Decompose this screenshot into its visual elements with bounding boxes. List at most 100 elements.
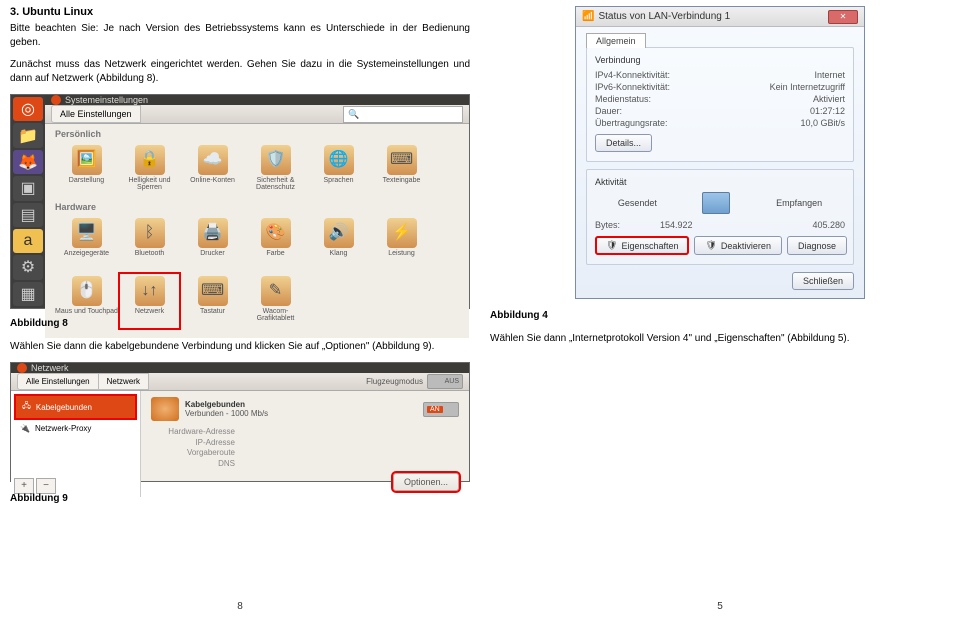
settings-icon: ⚡ [387,218,417,248]
close-button[interactable]: ✕ [828,10,858,24]
diagnose-button[interactable]: Diagnose [787,236,847,255]
launcher-firefox-icon[interactable]: 🦊 [13,150,43,174]
settings-icon: ⌨ [198,276,228,306]
settings-item-label: Drucker [200,250,225,257]
schliessen-button[interactable]: Schließen [792,272,854,290]
page-number-left: 8 [237,601,243,612]
search-input[interactable]: 🔍 [343,106,463,123]
breadcrumb-network[interactable]: Netzwerk [98,373,149,390]
details-button[interactable]: Details... [595,134,652,152]
settings-item-online-konten[interactable]: ☁️Online-Konten [181,141,244,199]
settings-icon: 🖥️ [72,218,102,248]
settings-item-label: Wacom-Grafiktablett [244,308,307,323]
heading-ubuntu-linux: 3. Ubuntu Linux [10,6,470,18]
airplane-mode-toggle[interactable]: Flugzeugmodus AUS [366,374,463,389]
status-key: Medienstatus: [595,94,651,104]
settings-item-tastatur[interactable]: ⌨Tastatur [181,272,244,330]
launcher-dash-icon[interactable]: ◎ [13,97,43,121]
launcher-settings-icon[interactable]: ⚙ [13,255,43,279]
settings-item-helligkeit-und-sperren[interactable]: 🔒Helligkeit und Sperren [118,141,181,199]
launcher-app-icon[interactable]: ▦ [13,282,43,306]
network-icon: 📶 [582,11,594,22]
network-window-titlebar: Netzwerk [11,363,469,373]
tab-allgemein[interactable]: Allgemein [586,33,646,48]
status-row: Übertragungsrate:10,0 GBit/s [595,118,845,128]
value-bytes-sent: 154.922 [660,220,693,230]
dialog-titlebar: 📶 Status von LAN-Verbindung 1 ✕ [576,7,864,27]
activity-icon [702,192,730,214]
launcher-files-icon[interactable]: 📁 [13,123,43,147]
connection-icon: 🖧 [22,400,31,414]
sidebar-item-label: Netzwerk-Proxy [35,424,91,433]
deaktivieren-button[interactable]: 🛡 Deaktivieren [694,236,781,255]
settings-item-farbe[interactable]: 🎨Farbe [244,214,307,272]
section-personal-title: Persönlich [55,129,459,139]
window-titlebar: Systemeinstellungen [45,95,469,105]
breadcrumb-bar: Alle Einstellungen 🔍 [45,105,469,124]
page-right: 📶 Status von LAN-Verbindung 1 ✕ Allgemei… [480,0,960,618]
group-verbindung: Verbindung IPv4-Konnektivität:Internet IP… [586,47,854,162]
eigenschaften-button[interactable]: 🛡 Eigenschaften [595,236,689,255]
connection-switch-on[interactable]: AN [423,402,459,417]
close-icon[interactable] [51,95,61,105]
settings-icon: ᛒ [135,218,165,248]
settings-content: Persönlich 🖼️Darstellung🔒Helligkeit und … [45,124,469,338]
screenshot-ubuntu-settings: ◎ 📁 🦊 ▣ ▤ a ⚙ ▦ Systemeinstellungen Alle… [10,94,470,309]
settings-item-sicherheit-datenschutz[interactable]: 🛡️Sicherheit & Datenschutz [244,141,307,199]
settings-icon: 🔒 [135,145,165,175]
settings-item-label: Leistung [388,250,414,257]
settings-icon: 🌐 [324,145,354,175]
settings-item-texteingabe[interactable]: ⌨Texteingabe [370,141,433,199]
window-title: Netzwerk [31,363,69,373]
detail-row: Hardware-Adresse [151,427,459,436]
settings-item-drucker[interactable]: 🖨️Drucker [181,214,244,272]
settings-item-sprachen[interactable]: 🌐 Sprachen [307,141,370,199]
sidebar-item-kabelgebunden[interactable]: 🖧 Kabelgebunden [14,394,137,420]
detail-key: Hardware-Adresse [151,427,241,436]
sidebar-item-label: Kabelgebunden [36,403,92,412]
status-key: Dauer: [595,106,622,116]
status-row: IPv4-Konnektivität:Internet [595,70,845,80]
detail-key: Vorgaberoute [151,448,241,457]
launcher-app-icon[interactable]: ▤ [13,203,43,227]
settings-icon: ✎ [261,276,291,306]
launcher-app-icon[interactable]: ▣ [13,176,43,200]
settings-item-wacom-grafiktablett[interactable]: ✎ Wacom-Grafiktablett [244,272,307,330]
settings-item-label: Sprachen [324,177,354,184]
breadcrumb-all-settings[interactable]: Alle Einstellungen [17,373,98,390]
page-number-right: 5 [717,601,723,612]
wired-icon [151,397,179,421]
settings-icon: 🖼️ [72,145,102,175]
settings-item-leistung[interactable]: ⚡ Leistung [370,214,433,272]
paragraph-ipv4: Wählen Sie dann „Internetprotokoll Versi… [490,332,950,346]
settings-item-bluetooth[interactable]: ᛒ Bluetooth [118,214,181,272]
connection-name: Kabelgebunden [185,400,268,409]
settings-item-darstellung[interactable]: 🖼️Darstellung [55,141,118,199]
status-value: 10,0 GBit/s [800,118,845,128]
breadcrumb-all-settings[interactable]: Alle Einstellungen [51,105,141,123]
group-aktivitaet: Aktivität Gesendet Empfangen Bytes: 154.… [586,169,854,265]
section-hardware-title: Hardware [55,202,459,212]
settings-item-label: Texteingabe [383,177,421,184]
sidebar-item-netzwerk-proxy[interactable]: 🔌 Netzwerk-Proxy [14,420,137,437]
settings-item-label: Bluetooth [135,250,165,257]
settings-item-netzwerk[interactable]: ↓↑Netzwerk [118,272,181,330]
network-breadcrumb-bar: Alle Einstellungen Netzwerk Flugzeugmodu… [11,373,469,391]
settings-item-label: Online-Konten [190,177,235,184]
settings-icon: 🔊 [324,218,354,248]
options-button[interactable]: Optionen... [393,473,459,491]
search-icon: 🔍 [348,109,359,119]
launcher-amazon-icon[interactable]: a [13,229,43,253]
status-row: IPv6-Konnektivität:Kein Internetzugriff [595,82,845,92]
settings-item-anzeigeger-te[interactable]: 🖥️ Anzeigegeräte [55,214,118,272]
value-bytes-received: 405.280 [812,220,845,230]
detail-key: IP-Adresse [151,438,241,447]
page-left: 3. Ubuntu Linux Bitte beachten Sie: Je n… [0,0,480,618]
switch-off-icon[interactable]: AUS [427,374,463,389]
group-verbindung-title: Verbindung [595,55,845,65]
settings-item-klang[interactable]: 🔊Klang [307,214,370,272]
close-icon[interactable] [17,363,27,373]
connection-icon: 🔌 [20,424,30,433]
settings-item-label: Anzeigegeräte [64,250,109,257]
settings-item-label: Sicherheit & Datenschutz [244,177,307,192]
